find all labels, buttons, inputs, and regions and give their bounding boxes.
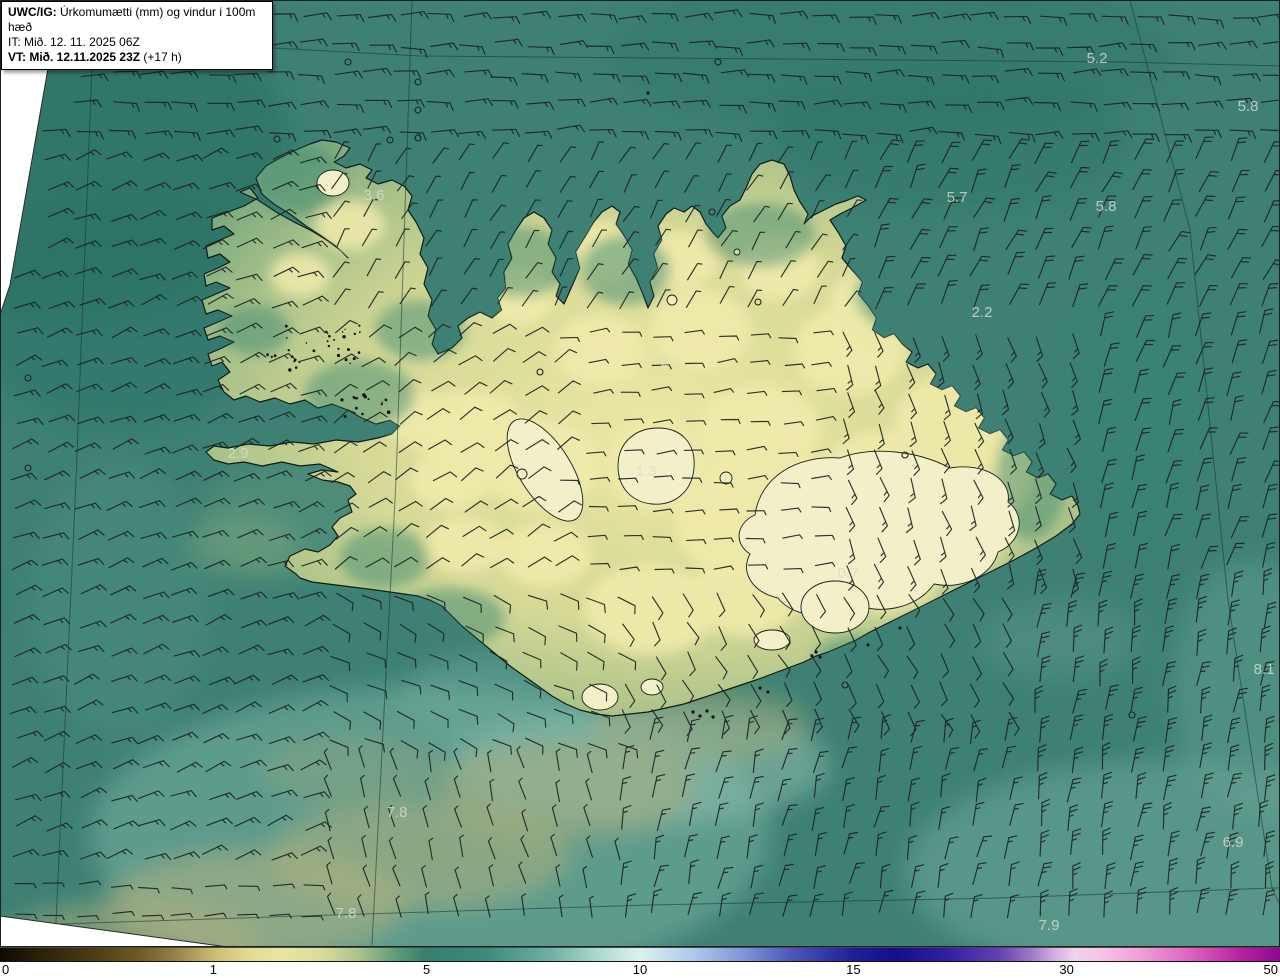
field-value-label: 7.8 [387, 804, 408, 821]
colorbar-gradient-strip [0, 947, 1280, 962]
islet-dot [306, 342, 308, 344]
islet-dot [758, 686, 761, 689]
title-line-1: UWC/IG: Úrkomumætti (mm) og vindur i 100… [8, 5, 266, 35]
weather-map: 5.2 5.8 3.6 5.7 5.8 2.2 2.1 2.9 1.3 0.7 7.8 8.1 6.9 7… [0, 0, 1280, 947]
islet-dot [358, 351, 361, 354]
glacier-myrdalsjokull [801, 581, 869, 633]
islet-dot [349, 363, 351, 365]
glacier-small-sw2 [641, 679, 663, 695]
field-value-label: 5.7 [947, 189, 968, 206]
field-value-label: 7.9 [1039, 917, 1060, 934]
islet-dot [646, 91, 649, 94]
islet-dot [266, 353, 269, 356]
colorbar-tick-label: 1 [210, 962, 217, 977]
field-value-label: 8.1 [1254, 661, 1275, 678]
title-product: UWC/IG: [8, 5, 57, 19]
glacier-small-sw [582, 684, 618, 710]
small-ring [667, 295, 677, 305]
islet-dot [295, 366, 298, 369]
valid-time: VT: Mið. 12.11.2025 23Z [8, 50, 140, 64]
islet-dot [328, 335, 331, 338]
field-value-label: 5.8 [1096, 198, 1117, 215]
islet-dot [342, 335, 345, 338]
colorbar-tick-label: 50 [1264, 962, 1278, 977]
islet-dot [368, 398, 370, 400]
field-value-label: 5.8 [1238, 98, 1259, 115]
field-value-label: 6.9 [1223, 834, 1244, 851]
islet-dot [355, 407, 358, 410]
colorbar-tick-label: 5 [423, 962, 430, 977]
field-value-label: 5.2 [1087, 50, 1108, 67]
islet-dot [385, 399, 388, 402]
islet-dot [328, 345, 330, 347]
colorbar-labels: 01510153050 [0, 962, 1280, 978]
islet-dot [898, 626, 901, 629]
islet-dot [342, 331, 344, 333]
islet-dot [381, 403, 383, 405]
islet-dot [288, 349, 290, 351]
islet-dot [286, 337, 288, 339]
islet-dot [818, 655, 821, 658]
islet-dot [344, 329, 345, 330]
map-title-box: UWC/IG: Úrkomumætti (mm) og vindur i 100… [1, 1, 273, 70]
islet-dot [327, 340, 329, 342]
islet-dot [347, 348, 350, 351]
weather-map-page: 5.2 5.8 3.6 5.7 5.8 2.2 2.1 2.9 1.3 0.7 7.8 8.1 6.9 7… [0, 0, 1280, 978]
small-ring [720, 472, 732, 484]
islet-dot [711, 715, 714, 718]
islet-dot [271, 356, 273, 358]
field-value-label: 1.3 [636, 463, 657, 480]
field-value-label: 3.6 [364, 187, 385, 204]
small-ring [734, 249, 740, 255]
islet-dot [285, 325, 288, 328]
field-value-label: 2.9 [228, 445, 249, 462]
title-line-2-init-time: IT: Mið. 12. 11. 2025 06Z [8, 35, 266, 50]
islet-dot [814, 650, 817, 653]
lead-time: (+17 h) [140, 50, 182, 64]
islet-dot [337, 354, 340, 357]
islet-dot [698, 714, 701, 717]
islet-dot [274, 354, 277, 357]
field-value-label: 0.7 [838, 565, 859, 582]
islet-dot [345, 358, 348, 361]
islet-dot [361, 413, 364, 416]
islet-dot [293, 360, 295, 362]
islet-dot [387, 410, 391, 414]
islet-dot [327, 333, 329, 335]
colorbar: 01510153050 [0, 947, 1280, 978]
field-value-label: 2.1 [661, 353, 682, 370]
field-value-label: 7.8 [336, 905, 357, 922]
islet-dot [353, 357, 356, 360]
islet-dot [362, 393, 366, 397]
islet-dot [382, 402, 383, 403]
colorbar-tick-label: 0 [2, 962, 9, 977]
small-ring [517, 469, 527, 479]
islet-dot [866, 643, 869, 646]
islet-dot [766, 690, 769, 693]
field-value-label: 2.2 [972, 304, 993, 321]
islet-dot [340, 398, 343, 401]
colorbar-tick-label: 15 [846, 962, 860, 977]
islet-dot [354, 333, 356, 335]
islet-dot [337, 348, 339, 350]
islet-dot [313, 349, 316, 352]
colorbar-tick-label: 10 [633, 962, 647, 977]
islet-dot [288, 368, 291, 371]
colorbar-tick-label: 30 [1059, 962, 1073, 977]
islet-dot [691, 710, 694, 713]
title-line-3: VT: Mið. 12.11.2025 23Z (+17 h) [8, 50, 266, 65]
islet-dot [333, 339, 335, 341]
islet-dot [344, 415, 347, 418]
islet-dot [705, 709, 708, 712]
islet-dot [354, 397, 356, 399]
islet-dot [358, 325, 360, 327]
islet-dot [359, 331, 361, 333]
